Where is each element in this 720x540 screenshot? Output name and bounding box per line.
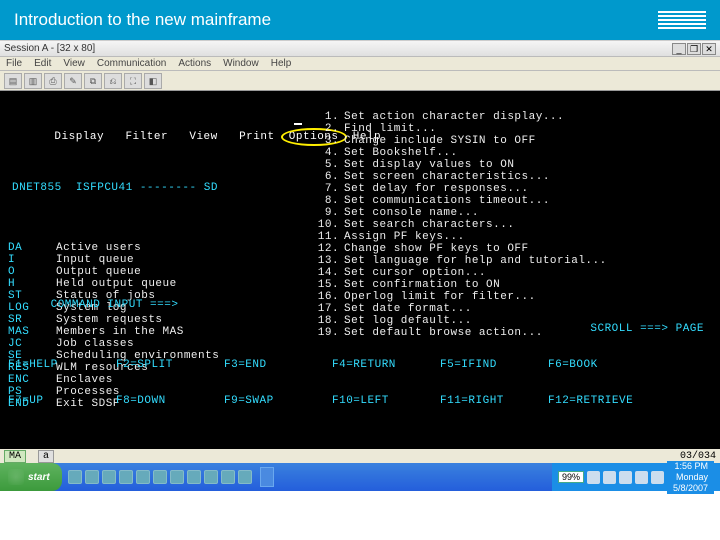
fkey[interactable]: F12=RETRIEVE <box>548 395 656 407</box>
window-title: Session A - [32 x 80] <box>4 43 95 54</box>
window-titlebar[interactable]: Session A - [32 x 80] _ ❐ ✕ <box>0 41 720 57</box>
options-menu-item[interactable]: 11.Assign PF keys... <box>308 231 607 243</box>
slide-title: Introduction to the new mainframe <box>14 10 271 30</box>
windows-icon <box>8 469 24 485</box>
menu-communication[interactable]: Communication <box>97 58 166 69</box>
ql-icon[interactable] <box>170 470 184 484</box>
toolbar-button[interactable]: ◧ <box>144 73 162 89</box>
fkey[interactable]: F11=RIGHT <box>440 395 548 407</box>
tray-icon[interactable] <box>635 471 648 484</box>
tmenu-print[interactable]: Print <box>239 131 275 143</box>
emulator-toolbar: ▤ ▥ ⎙ ✎ ⧉ ⎌ ⛶ ◧ <box>0 71 720 91</box>
toolbar-button[interactable]: ▤ <box>4 73 22 89</box>
tmenu-filter[interactable]: Filter <box>125 131 168 143</box>
options-menu-item[interactable]: 12.Change show PF keys to OFF <box>308 243 607 255</box>
fkey[interactable]: F1=HELP <box>8 359 116 371</box>
menu-edit[interactable]: Edit <box>34 58 51 69</box>
toolbar-button[interactable]: ▥ <box>24 73 42 89</box>
tmenu-display[interactable]: Display <box>54 131 104 143</box>
menu-view[interactable]: View <box>63 58 85 69</box>
fkey[interactable]: F3=END <box>224 359 332 371</box>
restore-button[interactable]: ❐ <box>687 43 701 55</box>
window-controls: _ ❐ ✕ <box>672 43 716 55</box>
fkeys-row-1: F1=HELPF2=SPLITF3=ENDF4=RETURNF5=IFINDF6… <box>8 359 712 371</box>
tray-icon[interactable] <box>651 471 664 484</box>
toolbar-button[interactable]: ⎌ <box>104 73 122 89</box>
options-menu-item[interactable]: 6.Set screen characteristics... <box>308 171 607 183</box>
terminal-bottom: COMMAND INPUT ===> SCROLL ===> PAGE F1=H… <box>8 263 712 431</box>
options-menu-item[interactable]: 7.Set delay for responses... <box>308 183 607 195</box>
fkeys-row-2: F7=UPF8=DOWNF9=SWAPF10=LEFTF11=RIGHTF12=… <box>8 395 712 407</box>
emulator-window: Session A - [32 x 80] _ ❐ ✕ File Edit Vi… <box>0 40 720 91</box>
taskbar-clock[interactable]: 1:56 PM Monday 5/8/2007 <box>667 461 714 494</box>
start-button[interactable]: start <box>0 463 62 491</box>
menu-help[interactable]: Help <box>271 58 292 69</box>
input-cursor[interactable] <box>294 113 302 125</box>
command-input-label: COMMAND INPUT ===> <box>51 299 179 311</box>
toolbar-button[interactable]: ⧉ <box>84 73 102 89</box>
menu-window[interactable]: Window <box>223 58 259 69</box>
close-button[interactable]: ✕ <box>702 43 716 55</box>
start-label: start <box>28 472 50 483</box>
fkey[interactable]: F2=SPLIT <box>116 359 224 371</box>
options-menu-item[interactable]: 1.Set action character display... <box>308 111 607 123</box>
system-tray: 99% 1:56 PM Monday 5/8/2007 <box>552 463 720 491</box>
options-menu-item[interactable]: 8.Set communications timeout... <box>308 195 607 207</box>
options-menu-item[interactable]: 4.Set Bookshelf... <box>308 147 607 159</box>
ql-icon[interactable] <box>119 470 133 484</box>
ibm-logo <box>658 11 706 29</box>
quick-launch <box>68 470 252 484</box>
tray-icon[interactable] <box>619 471 632 484</box>
fkey[interactable]: F10=LEFT <box>332 395 440 407</box>
toolbar-button[interactable]: ⛶ <box>124 73 142 89</box>
left-menu-item[interactable]: DAActive users <box>8 242 298 254</box>
ql-icon[interactable] <box>238 470 252 484</box>
tray-icon[interactable] <box>587 471 600 484</box>
tray-icon[interactable] <box>603 471 616 484</box>
ql-icon[interactable] <box>136 470 150 484</box>
fkey[interactable]: F7=UP <box>8 395 116 407</box>
menu-file[interactable]: File <box>6 58 22 69</box>
options-menu-item[interactable]: 10.Set search characters... <box>308 219 607 231</box>
options-menu-item[interactable]: 3.Change include SYSIN to OFF <box>308 135 607 147</box>
toolbar-button[interactable]: ✎ <box>64 73 82 89</box>
minimize-button[interactable]: _ <box>672 43 686 55</box>
ql-icon[interactable] <box>187 470 201 484</box>
menu-actions[interactable]: Actions <box>178 58 211 69</box>
options-menu-item[interactable]: 5.Set display values to ON <box>308 159 607 171</box>
ql-icon[interactable] <box>204 470 218 484</box>
ql-icon[interactable] <box>85 470 99 484</box>
fkey[interactable]: F8=DOWN <box>116 395 224 407</box>
battery-pct[interactable]: 99% <box>558 471 584 483</box>
fkey[interactable]: F5=IFIND <box>440 359 548 371</box>
slide-header: Introduction to the new mainframe <box>0 0 720 40</box>
emulator-menubar: File Edit View Communication Actions Win… <box>0 57 720 71</box>
fkey[interactable]: F4=RETURN <box>332 359 440 371</box>
ql-icon[interactable] <box>153 470 167 484</box>
fkey[interactable]: F9=SWAP <box>224 395 332 407</box>
ql-icon[interactable] <box>68 470 82 484</box>
options-menu-item[interactable]: 2.Find limit... <box>308 123 607 135</box>
fkey[interactable]: F6=BOOK <box>548 359 656 371</box>
windows-taskbar: start 99% 1:56 PM Monday 5/8/2007 <box>0 463 720 491</box>
terminal-screen[interactable]: Display Filter View Print Options Help D… <box>0 91 720 449</box>
tmenu-view[interactable]: View <box>189 131 217 143</box>
taskbar-item[interactable] <box>260 467 274 487</box>
ql-icon[interactable] <box>221 470 235 484</box>
ql-icon[interactable] <box>102 470 116 484</box>
scroll-label: SCROLL ===> PAGE <box>590 323 704 335</box>
toolbar-button[interactable]: ⎙ <box>44 73 62 89</box>
options-menu-item[interactable]: 9.Set console name... <box>308 207 607 219</box>
